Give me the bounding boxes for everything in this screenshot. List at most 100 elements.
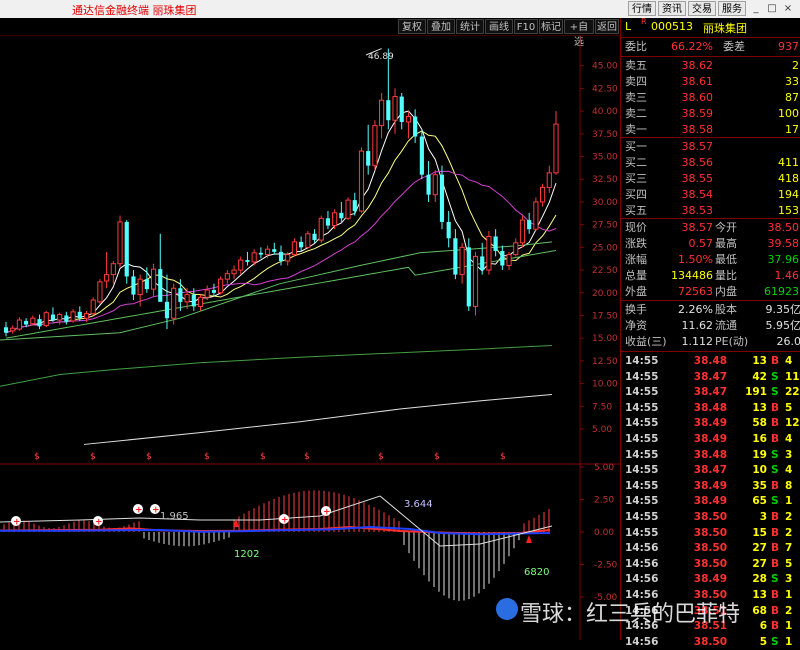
candle [64, 311, 69, 325]
tick-row[interactable]: 14:55 38.50 15 B 2 [623, 525, 800, 541]
candle [3, 321, 9, 337]
candle [486, 231, 492, 275]
app-title: 通达信金融终端 丽珠集团 [72, 4, 197, 17]
info-row: 收益(三) 1.112 PE(动) 26.0 [625, 335, 800, 348]
macd-tick-label: 5.00 [594, 463, 614, 473]
svg-text:+: + [323, 508, 331, 518]
candle [50, 307, 56, 322]
bid-row[interactable]: 买一 38.57 [623, 139, 800, 155]
f10-button[interactable]: F10 [514, 19, 538, 34]
overlay-button[interactable]: 叠加 [427, 19, 455, 34]
candle [540, 183, 546, 207]
candle [513, 238, 519, 257]
moving-average-lines [0, 48, 557, 445]
price-tick-label: 25.00 [592, 243, 618, 253]
candle [500, 245, 505, 271]
candle [258, 247, 263, 259]
tick-row[interactable]: 14:56 38.50 27 B 5 [623, 556, 800, 572]
price-tick-label: 40.00 [592, 107, 618, 117]
tick-row[interactable]: 14:55 38.47 191 S 22 [623, 384, 800, 400]
dividend-marker: $ [378, 452, 384, 462]
ask-row[interactable]: 卖一 38.58 17 [623, 122, 800, 138]
tick-row[interactable]: 14:55 38.50 3 B 2 [623, 509, 800, 525]
chart-grid [0, 35, 620, 640]
stock-code: 000513 [651, 20, 693, 33]
stock-prefix: L [625, 20, 632, 33]
candle [325, 211, 331, 230]
tick-row[interactable]: 14:55 38.47 10 S 4 [623, 462, 800, 478]
macd-tick-label: -2.50 [594, 561, 618, 571]
minimize-icon[interactable]: _ [748, 1, 764, 16]
candle [358, 147, 365, 213]
candle [37, 314, 42, 330]
mark-button[interactable]: 标记 [539, 19, 563, 34]
candle [366, 124, 371, 175]
ask-row[interactable]: 卖五 38.62 2 [623, 58, 800, 74]
draw-line-button[interactable]: 画线 [485, 19, 513, 34]
price-tick-label: 32.50 [592, 175, 618, 185]
ask-row[interactable]: 卖三 38.60 87 [623, 90, 800, 106]
quote-panel: L R 000513 丽珠集团 委比 66.22% 委差 937 卖五 38.62… [620, 17, 800, 648]
bid-row[interactable]: 买三 38.55 418 [623, 171, 800, 187]
candle [171, 283, 177, 325]
candle [238, 256, 244, 275]
service-button[interactable]: 服务 [718, 1, 746, 16]
back-button[interactable]: 返回 [595, 19, 619, 34]
candle [392, 88, 398, 134]
trade-button[interactable]: 交易 [688, 1, 716, 16]
xueqiu-logo-icon [496, 598, 518, 620]
candle [158, 233, 163, 302]
candle [299, 236, 304, 252]
bid-row[interactable]: 买四 38.54 194 [623, 187, 800, 203]
candle [124, 220, 129, 284]
tick-row[interactable]: 14:55 38.47 42 S 11 [623, 369, 800, 385]
tick-row[interactable]: 14:55 38.49 35 B 8 [623, 478, 800, 494]
tick-row[interactable]: 14:55 38.49 16 B 4 [623, 431, 800, 447]
tick-row[interactable]: 14:55 38.48 13 B 5 [623, 400, 800, 416]
price-tick-label: 30.00 [592, 198, 618, 208]
candle [466, 238, 471, 311]
market-button[interactable]: 行情 [628, 1, 656, 16]
statistics-button[interactable]: 统计 [456, 19, 484, 34]
price-tick-label: 27.50 [592, 221, 618, 231]
candle [231, 265, 237, 280]
price-tick-label: 7.50 [592, 402, 612, 412]
stat-row: 涨跌 0.57 最高 39.58 [625, 237, 799, 250]
tick-row[interactable]: 14:55 38.49 65 S 1 [623, 493, 800, 509]
maximize-icon[interactable]: □ [764, 1, 780, 16]
candle [197, 294, 204, 311]
ma250-line [0, 344, 553, 387]
tick-row[interactable]: 14:55 38.48 19 S 3 [623, 447, 800, 463]
candle [178, 279, 183, 311]
stat-row: 现价 38.57 今开 38.50 [625, 221, 799, 234]
bid-row[interactable]: 买二 38.56 411 [623, 155, 800, 171]
macd-tick-label: 0.00 [594, 528, 614, 538]
price-tick-label: 45.00 [592, 62, 618, 72]
candle [399, 92, 404, 130]
news-button[interactable]: 资讯 [658, 1, 686, 16]
macd-value-label: 1202 [234, 549, 259, 560]
candle [419, 129, 424, 180]
close-icon[interactable]: × [780, 1, 796, 16]
tick-row[interactable]: 14:55 38.48 13 B 4 [623, 353, 800, 369]
ask-row[interactable]: 卖四 38.61 33 [623, 74, 800, 90]
candle [480, 242, 485, 275]
adjust-button[interactable]: 复权 [398, 19, 426, 34]
tick-row[interactable]: 14:56 38.49 28 S 3 [623, 571, 800, 587]
dividend-marker: $ [434, 452, 440, 462]
long-term-line [83, 393, 553, 445]
stat-row: 总量 134486 量比 1.46 [625, 269, 799, 282]
kline-chart[interactable]: 45.00 42.50 40.00 37.50 35.00 32.50 30.00 27.50… [0, 35, 620, 640]
bid-row[interactable]: 买五 38.53 153 [623, 203, 800, 219]
ask-row[interactable]: 卖二 38.59 100 [623, 106, 800, 122]
tick-row[interactable]: 14:56 38.50 27 B 7 [623, 540, 800, 556]
candle [104, 251, 110, 289]
tick-row[interactable]: 14:55 38.49 58 B 12 [623, 415, 800, 431]
candle [312, 229, 317, 243]
dividend-marker: $ [34, 452, 40, 462]
add-watchlist-button[interactable]: +自选 [564, 19, 594, 48]
candle [291, 238, 297, 257]
tick-row[interactable]: 14:56 38.50 5 S 1 [623, 634, 800, 650]
dividend-marker: $ [500, 452, 506, 462]
candle [372, 120, 378, 171]
